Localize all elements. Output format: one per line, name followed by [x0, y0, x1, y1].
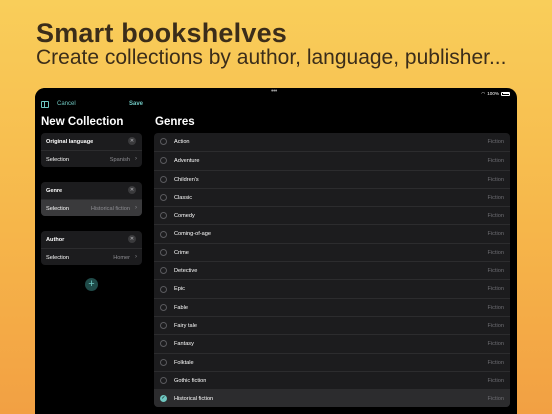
genre-category: Fiction [487, 268, 504, 275]
headline: Smart bookshelves [36, 18, 288, 48]
genre-category: Fiction [487, 213, 504, 220]
filter-selection-row[interactable]: Selection Homer › [41, 248, 142, 265]
genre-row[interactable]: Fantasy Fiction [154, 334, 510, 352]
genre-name: Crime [174, 249, 189, 256]
genre-name: Adventure [174, 158, 200, 165]
genre-row[interactable]: Children's Fiction [154, 169, 510, 188]
genre-category: Fiction [487, 286, 504, 293]
filter-card-header: Original language ✕ [41, 133, 142, 150]
radio-circle-icon[interactable] [160, 377, 167, 385]
genre-name: Action [174, 139, 190, 145]
genres-title: Genres [155, 116, 195, 128]
genre-row[interactable]: Epic Fiction [154, 279, 510, 297]
genre-category: Fiction [487, 396, 504, 403]
genre-list: Action Fiction Adventure Fiction Children's F… [154, 133, 510, 408]
genre-category: Fiction [487, 249, 504, 256]
genre-name: Gothic fiction [174, 377, 207, 384]
page-title: New Collection [41, 116, 124, 128]
filter-selection-row[interactable]: Selection Historical fiction › [41, 199, 142, 216]
genre-category: Fiction [487, 194, 504, 201]
remove-filter-icon[interactable]: ✕ [128, 186, 136, 194]
genre-name: Epic [174, 286, 185, 293]
genre-name: Folktale [174, 359, 194, 366]
genre-row[interactable]: Folktale Fiction [154, 352, 510, 371]
selection-value: Homer [113, 254, 130, 261]
remove-filter-icon[interactable]: ✕ [128, 137, 136, 145]
genre-name: Fable [174, 304, 188, 311]
editor-toolbar: Cancel Save [35, 100, 148, 112]
subheadline: Create collections by author, language, … [36, 46, 507, 69]
genre-row[interactable]: Fable Fiction [154, 297, 510, 316]
genre-category: Fiction [487, 231, 504, 238]
ipad-screen: 6:47 PM Tue Feb 15 ••• ◠ 100% Cancel Sav… [35, 88, 517, 414]
radio-circle-icon[interactable] [160, 138, 167, 146]
genre-name: Detective [174, 268, 198, 275]
radio-circle-icon[interactable] [160, 358, 167, 366]
genre-category: Fiction [487, 322, 504, 329]
selection-value: Historical fiction [90, 205, 130, 212]
checkmark-circle-icon[interactable]: ✓ [160, 395, 167, 403]
radio-circle-icon[interactable] [160, 322, 167, 330]
genre-row[interactable]: Crime Fiction [154, 242, 510, 261]
genre-row[interactable]: Adventure Fiction [154, 151, 510, 169]
genre-name: Coming-of-age [174, 231, 211, 238]
radio-circle-icon[interactable] [160, 212, 167, 220]
genre-row[interactable]: Gothic fiction Fiction [154, 370, 510, 389]
save-button[interactable]: Save [129, 101, 143, 107]
genre-row[interactable]: Classic Fiction [154, 187, 510, 206]
filter-card-header: Author ✕ [41, 231, 142, 248]
genre-name: Historical fiction [174, 396, 214, 403]
add-filter-button[interactable]: + [85, 278, 98, 291]
selection-label: Selection [46, 205, 70, 212]
radio-circle-icon[interactable] [160, 157, 167, 165]
genre-category: Fiction [487, 377, 504, 384]
selection-value: Spanish [109, 156, 130, 163]
genre-name: Children's [174, 176, 199, 183]
filter-selection-row[interactable]: Selection Spanish › [41, 150, 142, 167]
filter-title: Original language [46, 138, 94, 145]
filter-card-header: Genre ✕ [41, 182, 142, 199]
filter-card-genre: Genre ✕ Selection Historical fiction › [41, 182, 142, 216]
genre-row[interactable]: Coming-of-age Fiction [154, 224, 510, 242]
radio-circle-icon[interactable] [160, 248, 167, 256]
radio-circle-icon[interactable] [160, 303, 167, 311]
sidebar-toggle-icon[interactable] [41, 101, 49, 108]
genre-name: Classic [174, 194, 193, 201]
filter-card-language: Original language ✕ Selection Spanish › [41, 133, 142, 167]
remove-filter-icon[interactable]: ✕ [128, 235, 136, 243]
genre-row[interactable]: Action Fiction [154, 133, 510, 151]
genre-category: Fiction [487, 359, 504, 366]
genre-category: Fiction [487, 176, 504, 183]
filter-title: Genre [46, 187, 63, 194]
genre-name: Fairy tale [174, 322, 198, 329]
genre-name: Comedy [174, 213, 195, 220]
cancel-button[interactable]: Cancel [57, 101, 76, 107]
genre-category: Fiction [487, 139, 504, 145]
genres-pane: Genres Action Fiction Adventure Fiction Chil… [148, 88, 517, 414]
filter-card-author: Author ✕ Selection Homer › [41, 231, 142, 265]
collection-editor-pane: Cancel Save New Collection Original lang… [35, 88, 148, 414]
radio-circle-icon[interactable] [160, 267, 167, 275]
radio-circle-icon[interactable] [160, 230, 167, 238]
chevron-right-icon: › [135, 253, 137, 260]
selection-label: Selection [46, 254, 70, 261]
radio-circle-icon[interactable] [160, 285, 167, 293]
genre-category: Fiction [487, 304, 504, 311]
genre-category: Fiction [487, 158, 504, 165]
radio-circle-icon[interactable] [160, 175, 167, 183]
chevron-right-icon: › [135, 155, 137, 162]
genre-row[interactable]: Fairy tale Fiction [154, 315, 510, 334]
selection-label: Selection [46, 156, 70, 163]
genre-category: Fiction [487, 341, 504, 348]
radio-circle-icon[interactable] [160, 340, 167, 348]
genre-name: Fantasy [174, 341, 194, 348]
filter-title: Author [46, 236, 65, 243]
genre-row[interactable]: Detective Fiction [154, 261, 510, 279]
chevron-right-icon: › [135, 204, 137, 211]
genre-row[interactable]: ✓ Historical fiction Fiction [154, 389, 510, 408]
genre-row[interactable]: Comedy Fiction [154, 206, 510, 224]
radio-circle-icon[interactable] [160, 194, 167, 202]
